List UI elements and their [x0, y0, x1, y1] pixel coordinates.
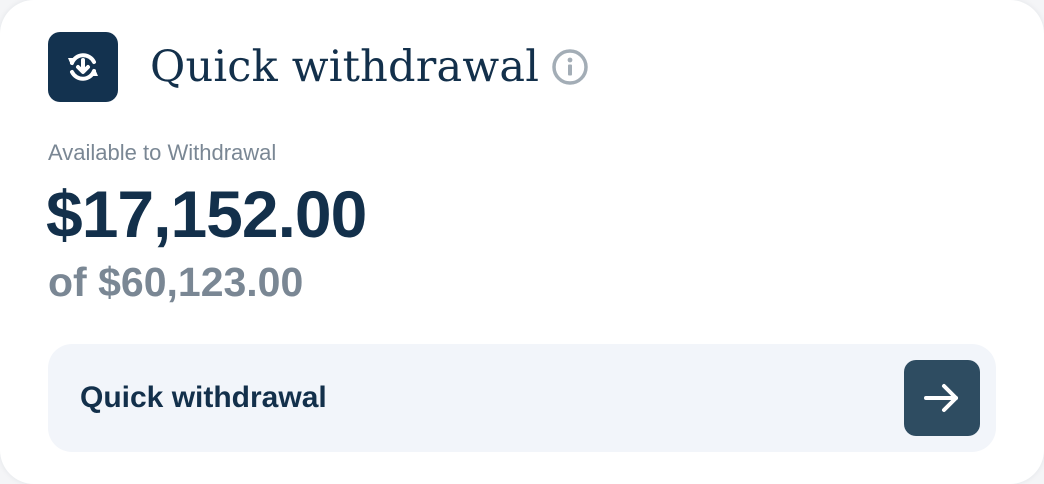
info-icon[interactable] [551, 48, 589, 86]
available-amount: $17,152.00 [46, 177, 367, 251]
total-amount: of $60,123.00 [48, 259, 304, 305]
card-header: Quick withdrawal [48, 32, 589, 102]
available-label: Available to Withdrawal [48, 140, 277, 165]
withdraw-refresh-icon [48, 32, 118, 102]
quick-withdrawal-action[interactable]: Quick withdrawal [48, 344, 996, 452]
arrow-right-button[interactable] [904, 360, 980, 436]
card-title: Quick withdrawal [150, 41, 540, 92]
arrow-right-icon [924, 384, 958, 412]
quick-withdrawal-card: Quick withdrawal Available to Withdrawal… [0, 0, 1044, 484]
action-label: Quick withdrawal [80, 381, 327, 414]
